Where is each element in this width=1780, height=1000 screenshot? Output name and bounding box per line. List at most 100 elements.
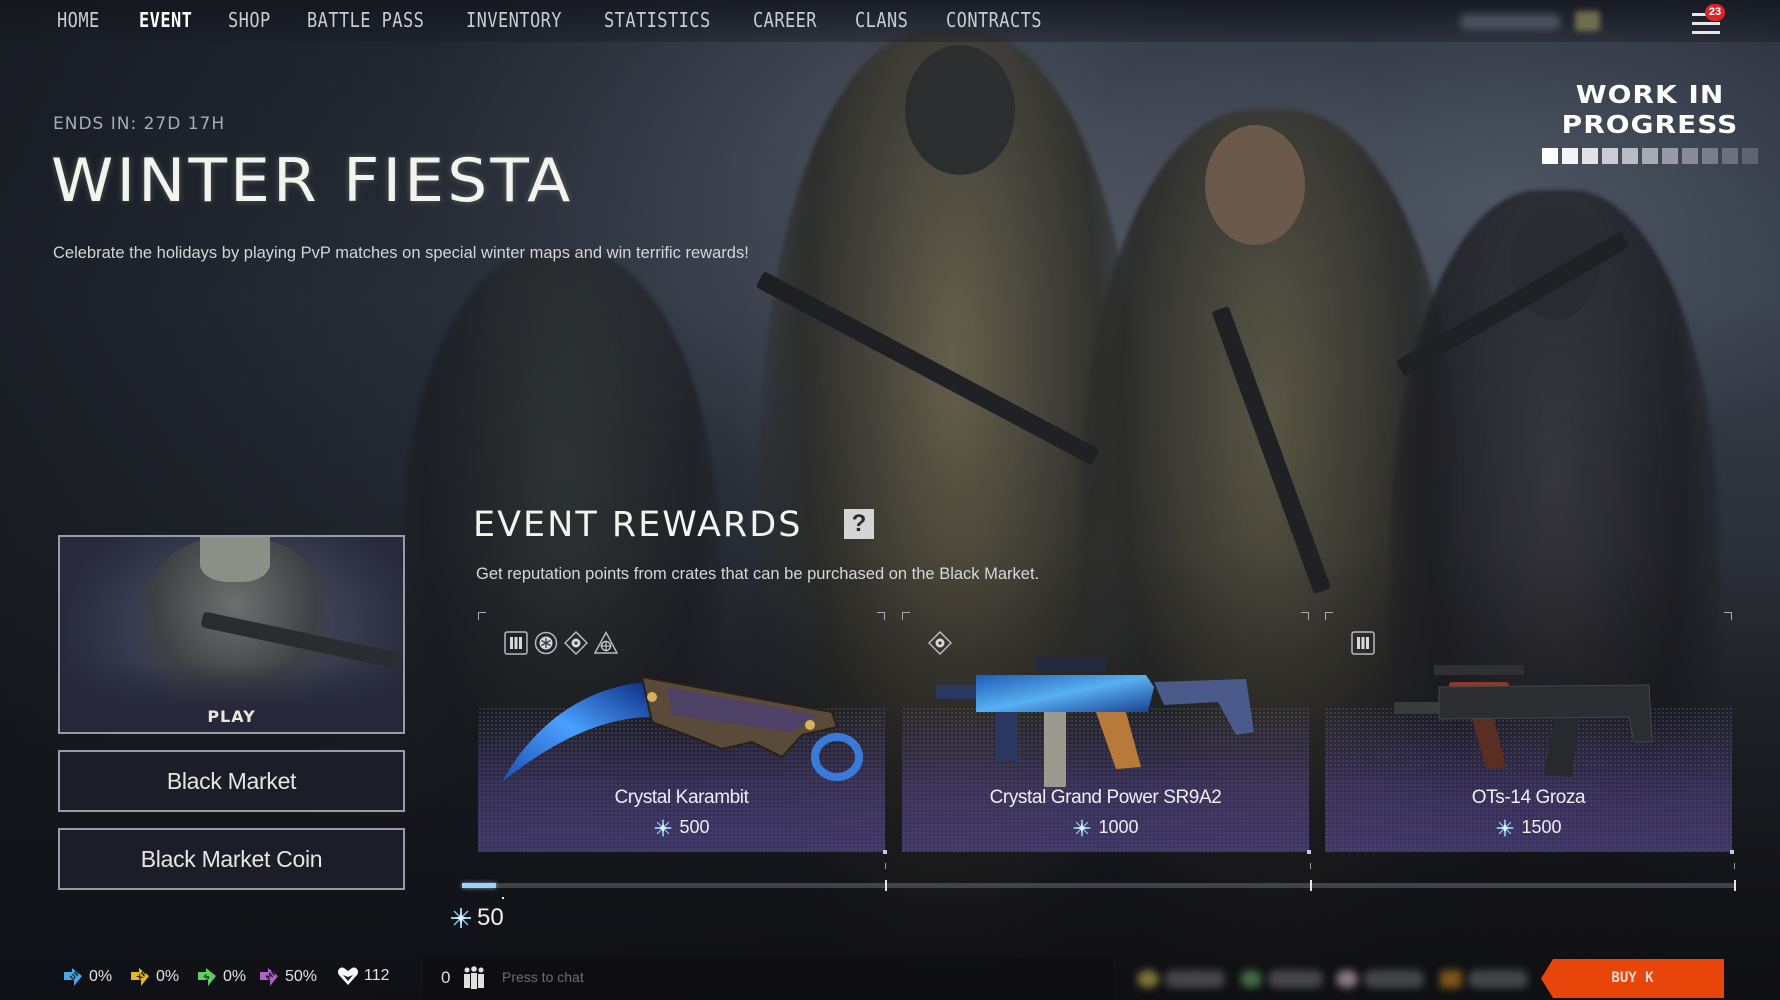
notification-badge: 23 bbox=[1705, 4, 1725, 21]
milestone-connector bbox=[885, 863, 886, 869]
rank-badge-blurred bbox=[1575, 11, 1600, 31]
current-reputation: 50 bbox=[449, 904, 504, 932]
card-corner bbox=[902, 612, 910, 620]
reward-cost-value: 1000 bbox=[1098, 817, 1139, 837]
reward-item-name: Crystal Karambit bbox=[614, 787, 749, 808]
reward-item-cost: 1000 bbox=[902, 817, 1309, 838]
event-rewards-description: Get reputation points from crates that c… bbox=[476, 565, 1040, 583]
booster-value: 0% bbox=[156, 968, 180, 985]
reputation-progress-fill bbox=[462, 883, 497, 888]
reward-card-crystal-karambit[interactable]: Crystal Karambit 500 bbox=[478, 612, 887, 854]
card-corner bbox=[1301, 612, 1309, 620]
booster-value: 50% bbox=[285, 968, 318, 985]
top-nav: HOME EVENT SHOP BATTLE PASS INVENTORY ST… bbox=[0, 0, 1780, 42]
ammo-icon bbox=[504, 631, 528, 655]
reward-item-cost: 1500 bbox=[1325, 817, 1732, 838]
reward-card-ots-14-groza[interactable]: OTs-14 Groza 1500 bbox=[1325, 612, 1734, 854]
wip-segment bbox=[1742, 148, 1758, 164]
work-in-progress-banner: WORK IN PROGRESS bbox=[1537, 80, 1763, 164]
currency-value-blurred bbox=[1468, 970, 1528, 988]
nav-item-battle-pass[interactable]: BATTLE PASS bbox=[307, 8, 424, 32]
wip-segment bbox=[1662, 148, 1678, 164]
reward-item-cost: 500 bbox=[478, 817, 885, 838]
reward-item-name: Crystal Grand Power SR9A2 bbox=[989, 787, 1222, 808]
currency-icon-blurred bbox=[1240, 970, 1262, 988]
currency-icon-blurred bbox=[1137, 970, 1159, 988]
engineer-icon bbox=[928, 631, 952, 655]
play-soldier-helmet bbox=[200, 537, 270, 582]
xp-booster-icon: XP bbox=[131, 968, 149, 986]
mp-booster-icon: MP bbox=[260, 968, 279, 986]
wip-segment bbox=[1542, 148, 1558, 164]
card-corner-dot bbox=[1730, 850, 1734, 854]
currency-value-blurred bbox=[1268, 970, 1323, 988]
play-button[interactable]: PLAY bbox=[58, 535, 405, 734]
milestone-tick bbox=[1310, 880, 1312, 891]
card-corner bbox=[1325, 612, 1333, 620]
card-corner bbox=[478, 612, 486, 620]
sniper-icon bbox=[594, 631, 618, 655]
currency-icon-blurred bbox=[1440, 970, 1462, 988]
nav-item-statistics[interactable]: STATISTICS bbox=[604, 8, 711, 32]
milestone-tick bbox=[885, 880, 887, 891]
friends-icon[interactable] bbox=[462, 966, 486, 990]
heart-counter: 112 bbox=[337, 966, 390, 986]
username-blurred[interactable] bbox=[1460, 14, 1560, 30]
nav-item-shop[interactable]: SHOP bbox=[228, 8, 271, 32]
reward-card-crystal-grand-power-sr9a2[interactable]: Crystal Grand Power SR9A2 1000 bbox=[902, 612, 1311, 854]
class-tags bbox=[1351, 631, 1375, 655]
help-button[interactable]: ? bbox=[844, 509, 874, 539]
wip-segment bbox=[1682, 148, 1698, 164]
booster-s: S 0% bbox=[196, 966, 246, 988]
event-description: Celebrate the holidays by playing PvP ma… bbox=[53, 244, 749, 262]
booster-up: UP 0% bbox=[62, 966, 112, 988]
svg-text:XP: XP bbox=[136, 969, 149, 982]
milestone-tick bbox=[1734, 880, 1736, 891]
currency-value-blurred bbox=[1364, 970, 1424, 988]
nav-item-clans[interactable]: CLANS bbox=[855, 8, 908, 32]
card-corner bbox=[877, 612, 885, 620]
event-countdown: ENDS IN: 27D 17H bbox=[53, 114, 226, 134]
engineer-icon bbox=[564, 631, 588, 655]
wip-line-1: WORK IN bbox=[1575, 79, 1725, 110]
reputation-snowflake-icon bbox=[449, 906, 473, 930]
card-corner-dot bbox=[1307, 850, 1311, 854]
crystal-grand-power-sr9a2-image bbox=[935, 657, 1254, 787]
s-booster-icon: S bbox=[198, 968, 216, 986]
black-market-button[interactable]: Black Market bbox=[58, 750, 405, 812]
nav-item-home[interactable]: HOME bbox=[57, 8, 100, 32]
class-tags bbox=[504, 631, 618, 655]
reputation-snowflake-icon bbox=[1072, 818, 1092, 838]
online-friends-count: 0 bbox=[441, 968, 451, 987]
crystal-karambit-image bbox=[501, 675, 863, 782]
reward-cost-value: 1500 bbox=[1521, 817, 1562, 837]
wip-segment bbox=[1642, 148, 1658, 164]
nav-item-event[interactable]: EVENT bbox=[139, 8, 192, 32]
reputation-snowflake-icon bbox=[1495, 818, 1515, 838]
milestone-connector bbox=[1734, 863, 1735, 869]
nav-item-career[interactable]: CAREER bbox=[753, 8, 817, 32]
booster-value: 0% bbox=[89, 968, 113, 985]
nav-item-inventory[interactable]: INVENTORY bbox=[466, 8, 562, 32]
play-label: PLAY bbox=[207, 707, 256, 726]
wip-segment bbox=[1602, 148, 1618, 164]
reputation-progress-bar bbox=[462, 863, 1736, 891]
booster-xp: XP 0% bbox=[129, 966, 179, 988]
card-corner-dot bbox=[883, 850, 887, 854]
heart-value: 112 bbox=[364, 967, 390, 984]
wip-line-2: PROGRESS bbox=[1561, 109, 1739, 140]
ammo-icon bbox=[1351, 631, 1375, 655]
black-market-coin-button[interactable]: Black Market Coin bbox=[58, 828, 405, 890]
wip-segment bbox=[1722, 148, 1738, 164]
nav-item-contracts[interactable]: CONTRACTS bbox=[946, 8, 1042, 32]
buy-k-button[interactable]: BUY K bbox=[1541, 959, 1724, 998]
reward-item-name: OTs-14 Groza bbox=[1471, 787, 1586, 808]
currency-icon-blurred bbox=[1336, 970, 1358, 988]
svg-text:MP: MP bbox=[265, 968, 279, 982]
card-corner bbox=[1724, 612, 1732, 620]
booster-value: 0% bbox=[223, 968, 247, 985]
chat-input[interactable]: Press to chat bbox=[502, 969, 584, 985]
reward-cost-value: 500 bbox=[679, 817, 710, 837]
milestone-connector bbox=[1310, 863, 1311, 869]
ots-14-groza-image bbox=[1393, 665, 1653, 777]
